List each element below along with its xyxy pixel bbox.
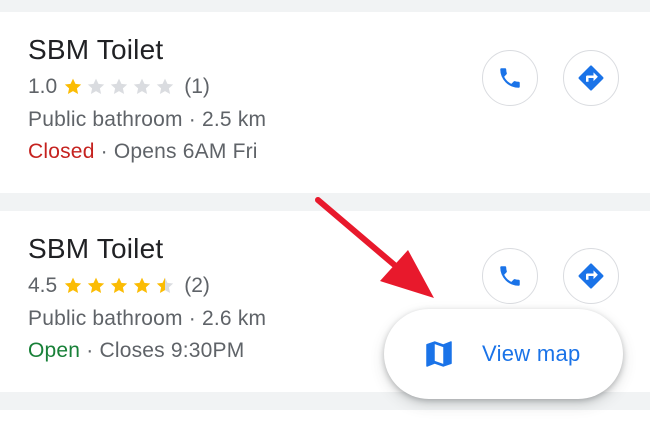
directions-button[interactable] (563, 50, 619, 106)
star-icon (65, 78, 82, 94)
directions-button[interactable] (563, 248, 619, 304)
call-button[interactable] (482, 248, 538, 304)
star-icon (157, 78, 174, 94)
call-button[interactable] (482, 50, 538, 106)
next-card-edge (0, 410, 650, 423)
place-name: SBM Toilet (28, 34, 164, 65)
phone-icon (500, 266, 520, 286)
phone-icon (500, 68, 520, 88)
star-icon (88, 277, 105, 293)
result-card[interactable]: SBM Toilet 1.0 (1) Public bathroom · 2.5… (0, 12, 650, 193)
hours-text: · Closes 9:30PM (86, 339, 245, 362)
review-count: (1) (184, 75, 210, 98)
review-count: (2) (184, 274, 210, 297)
star-icon (88, 78, 105, 94)
view-map-button[interactable]: View map (384, 309, 623, 399)
rating-row: 1.0 (1) (28, 75, 210, 99)
star-icon (134, 78, 151, 94)
star-icon (157, 277, 174, 293)
star-icon (65, 277, 82, 293)
star-icon (134, 277, 151, 293)
map-icon (426, 341, 452, 367)
status-label: Open (28, 339, 81, 362)
rating-value: 4.5 (28, 274, 58, 297)
star-rating (63, 276, 178, 296)
view-map-label: View map (482, 341, 581, 366)
hours-row: Open · Closes 9:30PM (28, 339, 244, 363)
hours-text: · Opens 6AM Fri (100, 140, 258, 163)
hours-row: Closed · Opens 6AM Fri (28, 140, 258, 164)
star-icon (111, 277, 128, 293)
place-name: SBM Toilet (28, 233, 164, 264)
directions-icon (578, 263, 604, 289)
status-label: Closed (28, 140, 95, 163)
star-rating (63, 77, 178, 97)
category-distance: Public bathroom · 2.5 km (28, 108, 267, 131)
rating-row: 4.5 (2) (28, 274, 210, 298)
category-distance: Public bathroom · 2.6 km (28, 307, 267, 330)
star-icon (111, 78, 128, 94)
directions-icon (578, 65, 604, 91)
rating-value: 1.0 (28, 75, 58, 98)
